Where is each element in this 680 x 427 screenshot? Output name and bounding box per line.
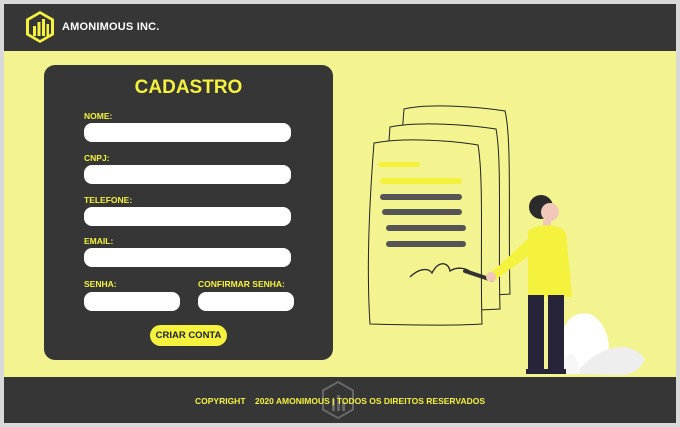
nome-input[interactable] — [84, 123, 291, 142]
company-name[interactable]: AMONIMOUS INC. — [62, 21, 160, 33]
confirmar-senha-label: CONFIRMAR SENHA: — [198, 279, 285, 289]
nome-label: NOME: — [84, 111, 113, 121]
criar-conta-button[interactable]: CRIAR CONTA — [150, 325, 227, 346]
copyright-text: COPYRIGHT 2020 AMONIMOUS | TODOS OS DIRE… — [194, 396, 486, 406]
footer: COPYRIGHT 2020 AMONIMOUS | TODOS OS DIRE… — [4, 377, 676, 423]
bar-chart-logo-icon[interactable] — [25, 10, 55, 44]
telefone-label: TELEFONE: — [84, 195, 133, 205]
confirmar-senha-input[interactable] — [198, 292, 294, 311]
senha-input[interactable] — [84, 292, 180, 311]
senha-label: SENHA: — [84, 279, 117, 289]
page: AMONIMOUS INC. CADASTRO NOME: CNPJ: TELE… — [4, 4, 676, 423]
person-signing-document-illustration — [367, 105, 645, 375]
top-bar: AMONIMOUS INC. — [4, 4, 676, 51]
cnpj-input[interactable] — [84, 165, 291, 184]
cnpj-label: CNPJ: — [84, 153, 110, 163]
email-label: EMAIL: — [84, 236, 114, 246]
telefone-input[interactable] — [84, 207, 291, 226]
registration-form: CADASTRO NOME: CNPJ: TELEFONE: EMAIL: SE… — [44, 65, 333, 360]
form-title: CADASTRO — [134, 77, 243, 98]
email-input[interactable] — [84, 248, 291, 267]
